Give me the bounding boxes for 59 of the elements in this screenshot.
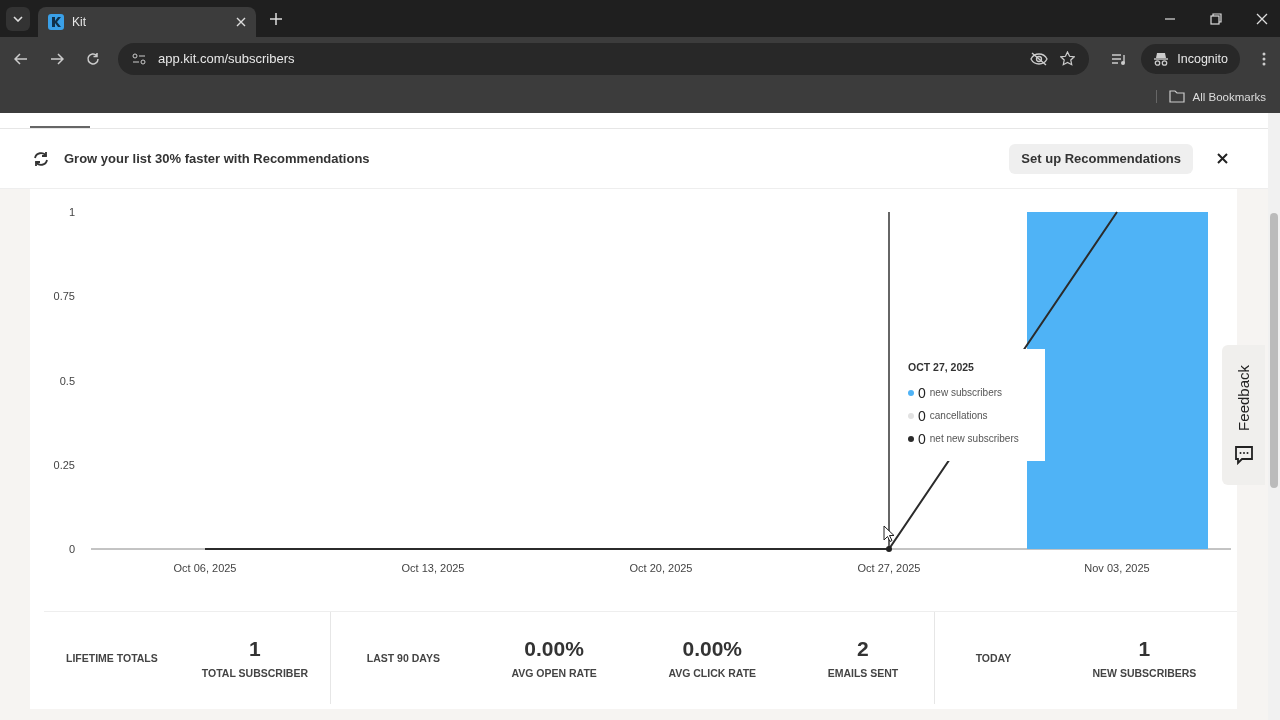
banner-text: Grow your list 30% faster with Recommendations <box>64 151 370 166</box>
axis-label: Oct 20, 2025 <box>629 562 693 574</box>
tab-title: Kit <box>72 15 87 29</box>
axis-label: Oct 06, 2025 <box>173 562 237 574</box>
refresh-icon <box>32 150 50 167</box>
stat-value: 2 <box>857 637 869 661</box>
stat-label: TOTAL SUBSCRIBER <box>201 667 308 679</box>
stat-value: 0.00% <box>524 637 584 661</box>
back-icon[interactable] <box>14 52 28 65</box>
reload-icon[interactable] <box>86 51 100 66</box>
axis-label: 1 <box>68 206 75 218</box>
address-bar[interactable]: app.kit.com/subscribers <box>118 42 1090 75</box>
axis-label: 0.25 <box>53 458 75 471</box>
stat-value: 1 <box>1138 637 1151 661</box>
tooltip-value: 0 <box>918 384 926 401</box>
tooltip-title: OCT 27, 2025 <box>908 361 975 373</box>
stat-label: AVG OPEN RATE <box>511 667 597 679</box>
folder-icon <box>1168 90 1185 103</box>
browser-tab[interactable]: Kit <box>38 7 256 37</box>
stat-group-heading: LAST 90 DAYS <box>366 652 440 664</box>
stat-value: 1 <box>249 637 261 661</box>
chat-icon <box>1233 444 1254 465</box>
tooltip-label: cancellations <box>929 410 988 421</box>
axis-label: Oct 13, 2025 <box>401 562 465 574</box>
setup-recommendations-button[interactable]: Set up Recommendations <box>1009 143 1193 174</box>
stat-label: NEW SUBSCRIBERS <box>1092 667 1197 679</box>
feedback-tab[interactable]: Feedback <box>1222 345 1265 485</box>
incognito-button[interactable]: Incognito <box>1141 43 1240 74</box>
eye-slash-icon[interactable] <box>1030 51 1049 66</box>
axis-label: 0.5 <box>59 374 75 387</box>
axis-label: 0.75 <box>53 290 75 303</box>
axis-label: Nov 03, 2025 <box>1084 562 1150 574</box>
tooltip-value: 0 <box>918 407 926 424</box>
bookmarks-folder[interactable]: All Bookmarks <box>1155 90 1266 103</box>
chevron-down-icon <box>13 15 23 22</box>
stat-label: EMAILS SENT <box>827 667 899 679</box>
star-icon[interactable] <box>1060 51 1076 66</box>
restore-icon[interactable] <box>1210 12 1222 25</box>
new-tab-icon[interactable] <box>270 12 282 25</box>
tab-list-button[interactable] <box>6 6 30 31</box>
stat-value: 0.00% <box>682 637 742 661</box>
menu-icon[interactable] <box>1262 51 1266 66</box>
axis-label: 0 <box>68 543 75 555</box>
site-settings-icon[interactable] <box>132 52 146 65</box>
stat-group-heading: LIFETIME TOTALS <box>66 652 158 664</box>
mouse-cursor-icon <box>883 525 895 543</box>
tooltip-label: new subscribers <box>929 387 1003 398</box>
kit-logo-icon <box>48 14 64 30</box>
tooltip-value: 0 <box>918 430 926 447</box>
close-icon[interactable] <box>1217 153 1228 164</box>
hover-point <box>886 546 892 552</box>
forward-icon[interactable] <box>50 52 64 65</box>
stat-label: AVG CLICK RATE <box>668 667 757 679</box>
scrollbar[interactable] <box>1268 113 1280 720</box>
stat-group-heading: TODAY <box>975 652 1012 664</box>
axis-label: Oct 27, 2025 <box>857 562 921 574</box>
media-queue-icon[interactable] <box>1111 52 1128 65</box>
incognito-icon <box>1153 51 1170 66</box>
tooltip-label: net new subscribers <box>929 433 1019 444</box>
